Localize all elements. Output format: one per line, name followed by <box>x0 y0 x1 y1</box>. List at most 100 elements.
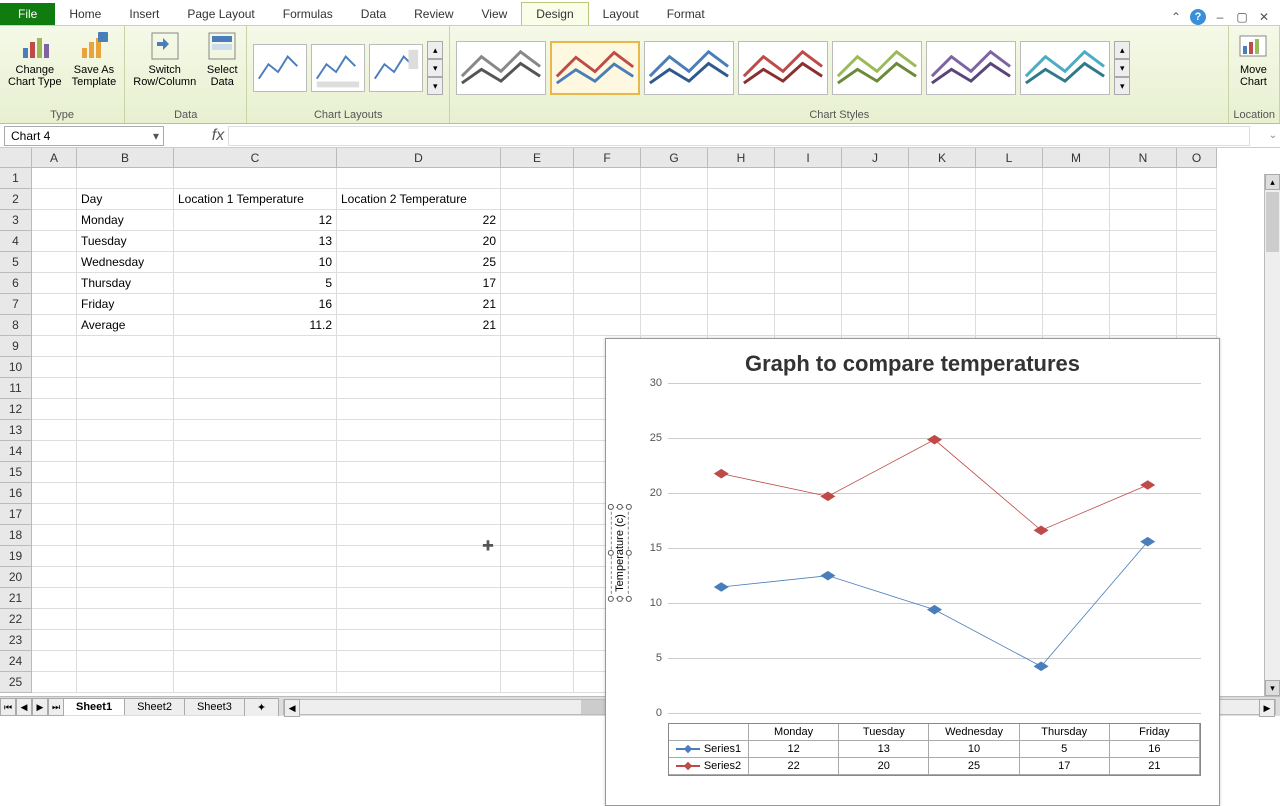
cell-B4[interactable]: Tuesday <box>77 231 174 252</box>
row-header-23[interactable]: 23 <box>0 630 32 651</box>
cell-E22[interactable] <box>501 609 574 630</box>
cell-B20[interactable] <box>77 567 174 588</box>
cell-B16[interactable] <box>77 483 174 504</box>
cell-D10[interactable] <box>337 357 501 378</box>
cell-B8[interactable]: Average <box>77 315 174 336</box>
change-chart-type-button[interactable]: Change Chart Type <box>4 28 66 90</box>
row-header-11[interactable]: 11 <box>0 378 32 399</box>
col-header-B[interactable]: B <box>77 148 174 168</box>
cell-E24[interactable] <box>501 651 574 672</box>
cell-K1[interactable] <box>909 168 976 189</box>
cell-F5[interactable] <box>574 252 641 273</box>
cell-L7[interactable] <box>976 294 1043 315</box>
cell-H1[interactable] <box>708 168 775 189</box>
cell-E12[interactable] <box>501 399 574 420</box>
y-axis-title[interactable]: Temperature (c) <box>611 507 629 599</box>
row-header-17[interactable]: 17 <box>0 504 32 525</box>
scroll-right-icon[interactable]: ▶ <box>1259 699 1275 717</box>
cell-J2[interactable] <box>842 189 909 210</box>
cell-N6[interactable] <box>1110 273 1177 294</box>
cell-B2[interactable]: Day <box>77 189 174 210</box>
cell-D11[interactable] <box>337 378 501 399</box>
cell-M4[interactable] <box>1043 231 1110 252</box>
legend-Series2[interactable]: .legend-line[style*='#be4b48']::after{ba… <box>669 758 749 775</box>
cell-E19[interactable] <box>501 546 574 567</box>
cell-O6[interactable] <box>1177 273 1217 294</box>
cell-C3[interactable]: 12 <box>174 210 337 231</box>
cell-L4[interactable] <box>976 231 1043 252</box>
column-headers[interactable]: ABCDEFGHIJKLMNO <box>32 148 1217 168</box>
move-chart-button[interactable]: Move Chart <box>1233 28 1273 90</box>
cell-A13[interactable] <box>32 420 77 441</box>
cell-C12[interactable] <box>174 399 337 420</box>
cell-A22[interactable] <box>32 609 77 630</box>
cell-B10[interactable] <box>77 357 174 378</box>
cell-N8[interactable] <box>1110 315 1177 336</box>
cell-M8[interactable] <box>1043 315 1110 336</box>
cell-H5[interactable] <box>708 252 775 273</box>
cell-D9[interactable] <box>337 336 501 357</box>
col-header-C[interactable]: C <box>174 148 337 168</box>
cell-D23[interactable] <box>337 630 501 651</box>
cell-C18[interactable] <box>174 525 337 546</box>
cell-K2[interactable] <box>909 189 976 210</box>
save-as-template-button[interactable]: Save As Template <box>68 28 121 90</box>
cell-O5[interactable] <box>1177 252 1217 273</box>
cell-G2[interactable] <box>641 189 708 210</box>
cell-G8[interactable] <box>641 315 708 336</box>
sheet-nav-first[interactable]: ⏮ <box>0 698 16 716</box>
cell-C9[interactable] <box>174 336 337 357</box>
cell-A21[interactable] <box>32 588 77 609</box>
sheet-nav-last[interactable]: ⏭ <box>48 698 64 716</box>
row-header-20[interactable]: 20 <box>0 567 32 588</box>
tab-data[interactable]: Data <box>347 3 400 25</box>
cell-A8[interactable] <box>32 315 77 336</box>
minimize-ribbon-icon[interactable]: ⌃ <box>1168 9 1184 25</box>
cell-D14[interactable] <box>337 441 501 462</box>
cell-O7[interactable] <box>1177 294 1217 315</box>
cell-D21[interactable] <box>337 588 501 609</box>
cell-L8[interactable] <box>976 315 1043 336</box>
cell-E13[interactable] <box>501 420 574 441</box>
cell-D4[interactable]: 20 <box>337 231 501 252</box>
cell-C13[interactable] <box>174 420 337 441</box>
help-icon[interactable]: ? <box>1190 9 1206 25</box>
chart-layout-3[interactable] <box>369 44 423 92</box>
chart-style-5[interactable] <box>832 41 922 95</box>
cell-C5[interactable]: 10 <box>174 252 337 273</box>
cell-C1[interactable] <box>174 168 337 189</box>
close-icon[interactable]: ✕ <box>1256 9 1272 25</box>
scroll-left-icon[interactable]: ◀ <box>284 699 300 717</box>
tab-format[interactable]: Format <box>653 3 719 25</box>
cell-I4[interactable] <box>775 231 842 252</box>
switch-row-column-button[interactable]: Switch Row/Column <box>129 28 200 90</box>
tab-formulas[interactable]: Formulas <box>269 3 347 25</box>
row-header-22[interactable]: 22 <box>0 609 32 630</box>
cell-O3[interactable] <box>1177 210 1217 231</box>
cell-C8[interactable]: 11.2 <box>174 315 337 336</box>
cell-I1[interactable] <box>775 168 842 189</box>
cell-C11[interactable] <box>174 378 337 399</box>
cell-E18[interactable] <box>501 525 574 546</box>
cell-H3[interactable] <box>708 210 775 231</box>
chart-layout-2[interactable] <box>311 44 365 92</box>
row-header-25[interactable]: 25 <box>0 672 32 693</box>
cell-L2[interactable] <box>976 189 1043 210</box>
col-header-D[interactable]: D <box>337 148 501 168</box>
cell-C10[interactable] <box>174 357 337 378</box>
col-header-N[interactable]: N <box>1110 148 1177 168</box>
cell-N2[interactable] <box>1110 189 1177 210</box>
row-header-21[interactable]: 21 <box>0 588 32 609</box>
row-header-24[interactable]: 24 <box>0 651 32 672</box>
cell-E2[interactable] <box>501 189 574 210</box>
row-headers[interactable]: 1234567891011121314151617181920212223242… <box>0 168 32 693</box>
tab-insert[interactable]: Insert <box>115 3 173 25</box>
sheet-nav-prev[interactable]: ◀ <box>16 698 32 716</box>
cell-F4[interactable] <box>574 231 641 252</box>
cell-D5[interactable]: 25 <box>337 252 501 273</box>
cell-A14[interactable] <box>32 441 77 462</box>
cell-I8[interactable] <box>775 315 842 336</box>
plot-area[interactable] <box>668 383 1201 723</box>
y-axis[interactable]: 051015202530 <box>634 383 668 723</box>
cell-D20[interactable] <box>337 567 501 588</box>
